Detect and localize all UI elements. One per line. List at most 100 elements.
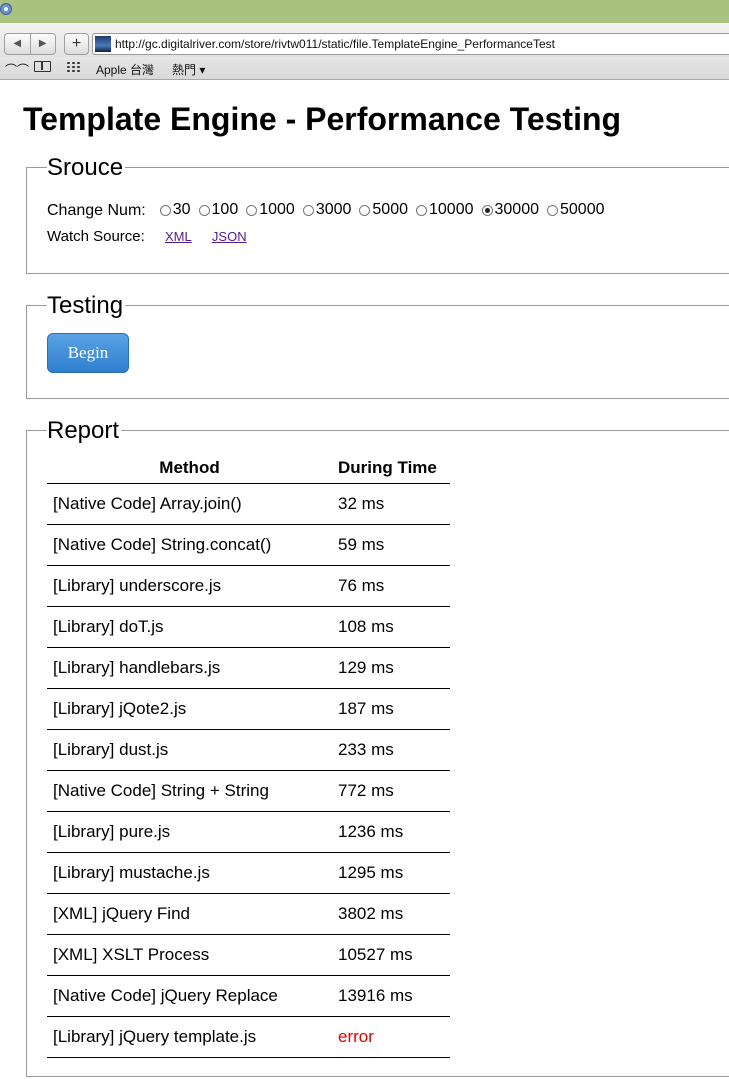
method-cell: [XML] XSLT Process [47,934,332,976]
watch-source-row: Watch Source: XML JSON [47,228,247,245]
table-row: [XML] XSLT Process 10527 ms [47,934,450,976]
change-num-radio-100[interactable]: 100 [198,201,239,219]
table-row: [Library] dust.js 233 ms [47,729,450,771]
method-cell: [Native Code] String + String [47,770,332,812]
safari-compass-icon [0,3,12,15]
change-num-radio-5000[interactable]: 5000 [359,201,408,219]
radio-label: 1000 [259,201,295,218]
during-time-header: During Time [332,453,450,484]
method-cell: [Library] dust.js [47,729,332,771]
method-cell: [Library] jQote2.js [47,688,332,730]
bookmark-apple[interactable]: Apple 台灣 [96,61,154,78]
radio-circle-icon[interactable] [416,204,427,216]
method-cell: [Library] doT.js [47,606,332,648]
radio-label: 5000 [372,201,408,218]
radio-label: 10000 [429,201,474,218]
table-row: [Library] jQuery template.js error [47,1016,450,1058]
time-cell: 1236 ms [332,811,450,853]
table-row: [Library] doT.js 108 ms [47,606,450,648]
method-header: Method [47,453,332,484]
change-num-radio-50000[interactable]: 50000 [547,201,605,219]
change-num-radio-30[interactable]: 30 [159,201,191,219]
radio-label: 30000 [494,201,540,218]
begin-button[interactable]: Begin [47,333,129,373]
time-cell: 13916 ms [332,975,450,1017]
radio-circle-icon[interactable] [246,204,258,216]
source-legend: Srouce [47,154,126,182]
change-num-radio-3000[interactable]: 3000 [302,201,352,219]
nav-buttons: ◀ ▶ [4,33,56,55]
time-cell: 32 ms [332,483,450,525]
forward-button[interactable]: ▶ [31,34,56,54]
table-row: [Library] handlebars.js 129 ms [47,647,450,689]
table-row: [Native Code] String.concat() 59 ms [47,524,450,566]
report-legend: Report [47,417,122,445]
top-sites-grid-icon[interactable] [66,61,81,73]
bookmark-hot-menu[interactable]: 熱門 ▾ [172,61,205,78]
browser-toolbar: ◀ ▶ + http://gc.digitalriver.com/store/r… [0,23,729,57]
change-num-radio-1000[interactable]: 1000 [246,201,295,219]
method-cell: [Library] underscore.js [47,565,332,607]
window-titlebar [0,0,729,23]
testing-legend: Testing [47,292,126,320]
testing-section: Testing Begin [26,292,729,399]
source-section: Srouce Change Num: 30 100 1000 3000 5000 1000… [26,154,729,274]
table-row: [Library] jQote2.js 187 ms [47,688,450,730]
site-favicon-icon [95,36,111,52]
radio-label: 100 [211,201,239,218]
method-cell: [Library] handlebars.js [47,647,332,689]
time-cell: 76 ms [332,565,450,607]
change-num-radio-30000[interactable]: 30000 [481,201,540,219]
add-bookmark-button[interactable]: + [64,33,89,55]
radio-circle-icon[interactable] [302,204,314,216]
page-title: Template Engine - Performance Testing [23,101,622,137]
time-cell: 3802 ms [332,893,450,935]
method-cell: [Library] pure.js [47,811,332,853]
table-row: [Library] pure.js 1236 ms [47,811,450,853]
table-row: [Library] mustache.js 1295 ms [47,852,450,894]
address-bar[interactable]: http://gc.digitalriver.com/store/rivtw01… [92,33,729,55]
report-table: Method During Time [Native Code] Array.j… [47,453,450,1058]
method-cell: [Native Code] Array.join() [47,483,332,525]
radio-circle-icon[interactable] [359,204,371,216]
table-row: [Native Code] jQuery Replace 13916 ms [47,975,450,1017]
bookmarks-book-icon[interactable] [34,61,51,72]
time-cell: error [332,1016,450,1058]
time-cell: 187 ms [332,688,450,730]
time-cell: 10527 ms [332,934,450,976]
back-button[interactable]: ◀ [5,34,31,54]
xml-link[interactable]: XML [165,229,192,244]
watch-source-label: Watch Source: [47,228,145,245]
table-row: [Native Code] String + String 772 ms [47,770,450,812]
time-cell: 59 ms [332,524,450,566]
time-cell: 108 ms [332,606,450,648]
radio-circle-icon[interactable] [159,204,171,216]
change-num-options: 30 100 1000 3000 5000 10000 30000 50000 [159,201,613,221]
reading-list-icon[interactable]: ⌒⌒ [5,61,29,78]
radio-circle-icon[interactable] [198,204,210,216]
time-cell: 772 ms [332,770,450,812]
table-row: [Native Code] Array.join() 32 ms [47,483,450,525]
change-num-radio-10000[interactable]: 10000 [416,201,474,219]
method-cell: [Native Code] jQuery Replace [47,975,332,1017]
method-cell: [Native Code] String.concat() [47,524,332,566]
report-header-row: Method During Time [47,453,450,484]
radio-circle-icon[interactable] [481,204,493,216]
radio-label: 30 [172,201,191,218]
report-section: Report Method During Time [Native Code] … [26,417,729,1077]
table-row: [XML] jQuery Find 3802 ms [47,893,450,935]
json-link[interactable]: JSON [212,229,247,244]
url-text[interactable]: http://gc.digitalriver.com/store/rivtw01… [115,37,555,51]
time-cell: 129 ms [332,647,450,689]
change-num-label: Change Num: [47,201,146,219]
method-cell: [Library] jQuery template.js [47,1016,332,1058]
change-num-row: Change Num: 30 100 1000 3000 5000 10000 30000 5… [47,201,613,221]
radio-label: 3000 [315,201,352,218]
bookmarks-bar: ⌒⌒ Apple 台灣 熱門 ▾ [0,57,729,80]
method-cell: [XML] jQuery Find [47,893,332,935]
table-row: [Library] underscore.js 76 ms [47,565,450,607]
radio-circle-icon[interactable] [547,204,558,216]
radio-label: 50000 [560,201,605,218]
method-cell: [Library] mustache.js [47,852,332,894]
time-cell: 1295 ms [332,852,450,894]
